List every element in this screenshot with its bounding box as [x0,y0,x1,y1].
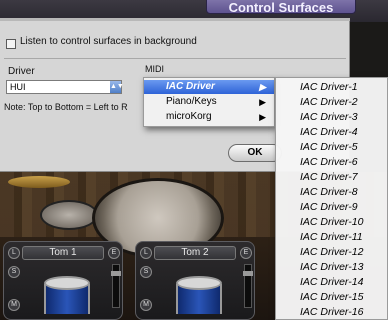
tom1-volume-knob[interactable] [111,271,121,276]
submenu-item-iac-driver-8[interactable]: IAC Driver-8 [276,185,387,200]
listen-background-checkbox[interactable] [6,39,16,49]
tom2-name-label: Tom 2 [154,246,236,260]
submenu-item-iac-driver-15[interactable]: IAC Driver-15 [276,290,387,305]
submenu-item-iac-driver-6[interactable]: IAC Driver-6 [276,155,387,170]
select-arrow-icon: ▲▼ [110,81,124,93]
submenu-item-iac-driver-1[interactable]: IAC Driver-1 [276,80,387,95]
submenu-arrow-icon: ▶ [259,112,266,122]
submenu-item-iac-driver-4[interactable]: IAC Driver-4 [276,125,387,140]
tom1-l-button[interactable]: L [8,247,20,259]
driver-select-value: HUI [10,82,26,92]
tom2-l-button[interactable]: L [140,247,152,259]
submenu-item-iac-driver-3[interactable]: IAC Driver-3 [276,110,387,125]
tom2-channel-strip[interactable]: Tom 2 L S M E [135,241,255,320]
submenu-item-iac-driver-13[interactable]: IAC Driver-13 [276,260,387,275]
midi-label: MIDI [145,64,164,74]
driver-label: Driver [8,66,35,77]
driver-select[interactable]: HUI ▲▼ [6,80,124,94]
dialog-separator [4,58,346,59]
submenu-item-iac-driver-10[interactable]: IAC Driver-10 [276,215,387,230]
tom2-e-button[interactable]: E [240,247,252,259]
menu-item-iac-driver[interactable]: IAC Driver ▶ [144,80,274,94]
tom1-drum-head-image [44,276,90,290]
submenu-arrow-icon: ▶ [259,82,266,92]
iac-driver-submenu: IAC Driver-1 IAC Driver-2 IAC Driver-3 I… [275,77,388,320]
submenu-item-iac-driver-9[interactable]: IAC Driver-9 [276,200,387,215]
tom1-s-button[interactable]: S [8,266,20,278]
listen-background-label[interactable]: Listen to control surfaces in background [20,36,197,47]
tom1-m-button[interactable]: M [8,299,20,311]
submenu-item-iac-driver-2[interactable]: IAC Driver-2 [276,95,387,110]
submenu-item-iac-driver-12[interactable]: IAC Driver-12 [276,245,387,260]
menu-item-microkorg[interactable]: microKorg ▶ [144,110,274,124]
tom2-drum-head-image [176,276,222,290]
menu-item-piano-keys[interactable]: Piano/Keys ▶ [144,95,274,109]
submenu-item-iac-driver-14[interactable]: IAC Driver-14 [276,275,387,290]
submenu-item-iac-driver-11[interactable]: IAC Driver-11 [276,230,387,245]
cymbal-image [8,176,70,188]
submenu-arrow-icon: ▶ [259,97,266,107]
submenu-item-iac-driver-7[interactable]: IAC Driver-7 [276,170,387,185]
menu-item-label: IAC Driver [166,81,215,92]
tom1-e-button[interactable]: E [108,247,120,259]
submenu-item-iac-driver-5[interactable]: IAC Driver-5 [276,140,387,155]
tom1-volume-slider[interactable] [111,264,121,308]
submenu-item-iac-driver-16[interactable]: IAC Driver-16 [276,305,387,320]
note-text: Note: Top to Bottom = Left to R [4,102,128,112]
tom1-name-label: Tom 1 [22,246,104,260]
dialog-header-divider [0,18,350,21]
tom2-s-button[interactable]: S [140,266,152,278]
menu-item-label: microKorg [166,111,212,122]
tom2-volume-knob[interactable] [243,271,253,276]
tom1-channel-strip[interactable]: Tom 1 L S M E [3,241,123,320]
menu-item-label: Piano/Keys [166,96,217,107]
ok-button[interactable]: OK [228,144,282,162]
window-title: Control Surfaces [206,0,356,15]
tom2-m-button[interactable]: M [140,299,152,311]
snare-drum-image [40,200,98,230]
midi-popup-menu: IAC Driver ▶ Piano/Keys ▶ microKorg ▶ [143,77,275,127]
tom2-volume-slider[interactable] [243,264,253,308]
